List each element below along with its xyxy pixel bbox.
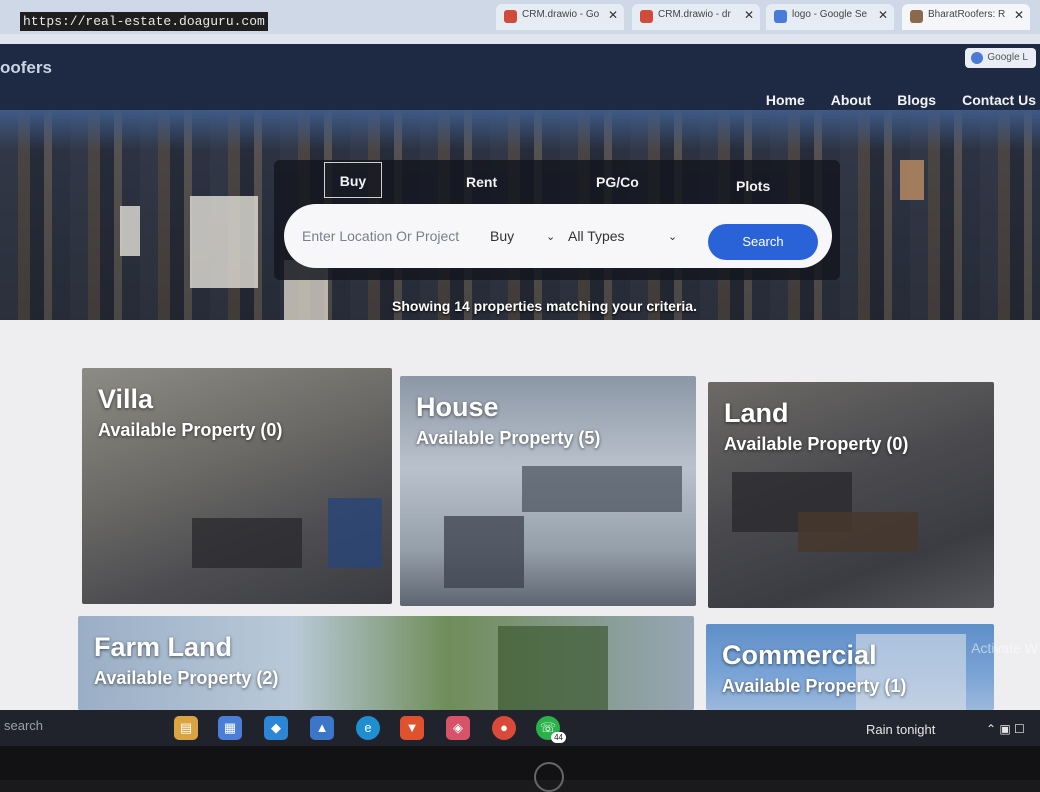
file-explorer-icon[interactable]: ▤ (174, 716, 198, 740)
balcony-image (522, 466, 682, 512)
system-tray-icons[interactable]: ⌃ ▣ ☐ (986, 722, 1025, 736)
card-commercial[interactable]: Commercial Available Property (1) (706, 624, 994, 710)
app-icon-2[interactable]: ◈ (446, 716, 470, 740)
card-land[interactable]: Land Available Property (0) (708, 382, 994, 608)
mode-select[interactable]: Buy (490, 228, 514, 244)
nav-home[interactable]: Home (766, 92, 805, 108)
furniture-image (192, 518, 302, 568)
main-nav: Home About Blogs Contact Us (766, 92, 1036, 108)
nav-contact-us[interactable]: Contact Us (962, 92, 1036, 108)
type-select[interactable]: All Types (568, 228, 625, 244)
browser-tab-bharatroofers[interactable]: BharatRoofers: R ✕ (902, 4, 1030, 30)
card-villa[interactable]: Villa Available Property (0) (82, 368, 392, 604)
taskbar-search[interactable]: search (4, 718, 43, 733)
furniture-image (328, 498, 382, 568)
activate-windows-watermark: Activate W (971, 640, 1038, 656)
card-subtitle: Available Property (5) (416, 428, 601, 448)
drawio-icon (640, 10, 653, 23)
card-subtitle: Available Property (0) (98, 420, 283, 440)
tab-rent[interactable]: Rent (466, 174, 497, 190)
nav-blogs[interactable]: Blogs (897, 92, 936, 108)
results-count-text: Showing 14 properties matching your crit… (392, 298, 697, 314)
hp-logo-icon (534, 762, 564, 792)
hero-building (120, 206, 140, 256)
close-tab-icon[interactable]: ✕ (608, 8, 618, 22)
tab-pg-co[interactable]: PG/Co (596, 174, 639, 190)
close-tab-icon[interactable]: ✕ (878, 8, 888, 22)
app-icon[interactable]: ▲ (310, 716, 334, 740)
location-search-input[interactable]: Enter Location Or Project (302, 228, 459, 244)
store-icon[interactable]: ▦ (218, 716, 242, 740)
tree-image (498, 626, 608, 710)
browser-tab-bar: https://real-estate.doaguru.com CRM.draw… (0, 0, 1040, 34)
weather-widget[interactable]: Rain tonight (866, 722, 935, 737)
close-tab-icon[interactable]: ✕ (1014, 8, 1024, 22)
chrome-icon[interactable]: ● (492, 716, 516, 740)
chevron-down-icon[interactable]: ⌄ (668, 230, 677, 243)
card-title: Farm Land (94, 632, 233, 662)
card-title: Commercial (722, 640, 877, 670)
garage-image (444, 516, 524, 588)
google-lens-icon (971, 52, 984, 64)
tab-plots[interactable]: Plots (736, 178, 770, 194)
monitor-bezel (0, 746, 1040, 792)
card-house[interactable]: House Available Property (5) (400, 376, 696, 606)
search-button[interactable]: Search (708, 224, 818, 260)
search-panel: Buy Rent PG/Co Plots Enter Location Or P… (274, 160, 840, 280)
property-grid: Villa Available Property (0) House Avail… (0, 320, 1040, 710)
chevron-down-icon[interactable]: ⌄ (546, 230, 555, 243)
card-subtitle: Available Property (1) (722, 676, 907, 696)
nav-about[interactable]: About (831, 92, 871, 108)
edge-icon[interactable]: e (356, 716, 380, 740)
vscode-icon[interactable]: ◆ (264, 716, 288, 740)
address-bar[interactable]: https://real-estate.doaguru.com (20, 12, 268, 31)
card-title: House (416, 392, 499, 422)
card-subtitle: Available Property (0) (724, 434, 909, 454)
site-favicon-icon (910, 10, 923, 23)
bookmark-bar (0, 34, 1040, 44)
google-lens-pill[interactable]: Google L (965, 48, 1036, 68)
site-header: oofers Google L Home About Blogs Contact… (0, 44, 1040, 110)
hero-building (900, 160, 924, 200)
drawio-icon (504, 10, 517, 23)
whatsapp-icon[interactable]: ☏ 44 (536, 716, 566, 743)
browser-tab-logo[interactable]: logo - Google Se ✕ (766, 4, 894, 30)
browser-tab-crm-2[interactable]: CRM.drawio - dr ✕ (632, 4, 760, 30)
hero-sky (0, 110, 1040, 150)
table-image (798, 512, 918, 552)
windows-taskbar: search ▤ ▦ ◆ ▲ e ▼ ◈ ● ☏ 44 Rain tonight … (0, 710, 1040, 746)
notification-badge: 44 (551, 732, 566, 743)
search-tabs: Buy Rent PG/Co Plots (274, 160, 840, 200)
search-bar: Enter Location Or Project Buy ⌄ All Type… (284, 204, 832, 268)
hero-cityscape: Buy Rent PG/Co Plots Enter Location Or P… (0, 110, 1040, 350)
tab-buy[interactable]: Buy (324, 162, 382, 198)
card-farm-land[interactable]: Farm Land Available Property (2) (78, 616, 694, 710)
brand-logo-text[interactable]: oofers (0, 58, 52, 78)
card-title: Villa (98, 384, 154, 414)
close-tab-icon[interactable]: ✕ (744, 8, 754, 22)
browser-tab-crm-1[interactable]: CRM.drawio - Go ✕ (496, 4, 624, 30)
brave-icon[interactable]: ▼ (400, 716, 424, 740)
card-subtitle: Available Property (2) (94, 668, 279, 688)
google-icon (774, 10, 787, 23)
card-title: Land (724, 398, 789, 428)
hero-building (190, 196, 258, 288)
